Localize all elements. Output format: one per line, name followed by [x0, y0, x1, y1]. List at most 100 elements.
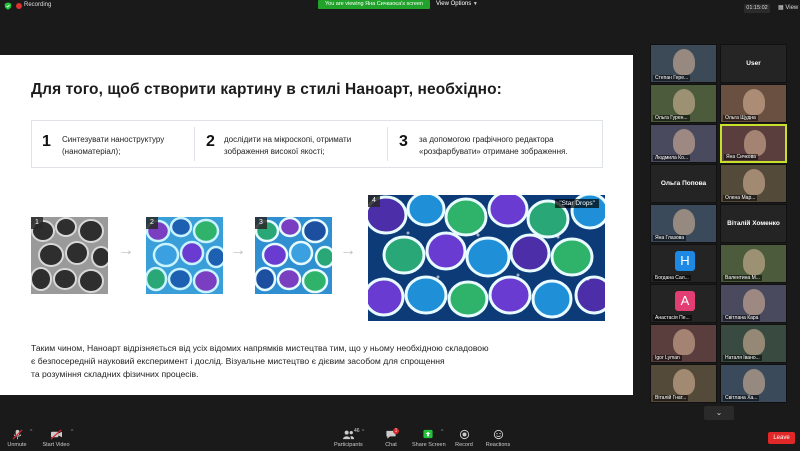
step-divider	[194, 127, 195, 161]
chevron-up-icon[interactable]: ^	[441, 429, 443, 435]
gallery-next-page-button[interactable]: ⌄	[704, 406, 734, 420]
participant-name: Наталя Івано...	[723, 355, 762, 361]
participant-name: Ольга Попова	[660, 180, 707, 187]
participant-tile[interactable]: Степан Гере...	[650, 44, 717, 83]
leave-button[interactable]: Leave	[768, 432, 795, 444]
image-number-badge: 2	[146, 217, 158, 229]
participant-name: User	[746, 60, 761, 67]
participants-button[interactable]: 46 Participants	[334, 428, 363, 448]
image-number-badge: 3	[255, 217, 267, 229]
participant-tile[interactable]: Віталій Хоменко	[720, 204, 787, 243]
participant-tile[interactable]: Н Богдана Сал...	[650, 244, 717, 283]
video-off-icon	[50, 429, 62, 440]
shield-icon[interactable]	[4, 2, 12, 10]
reactions-label: Reactions	[485, 442, 511, 448]
participant-tile[interactable]: А Анастасія Пе...	[650, 284, 717, 323]
participant-video	[743, 289, 765, 315]
step-3: 3 за допомогою графічного редактора «роз…	[394, 121, 604, 167]
chevron-up-icon[interactable]: ^	[30, 429, 32, 435]
chat-button[interactable]: 1 Chat	[381, 428, 401, 448]
slide-title: Для того, щоб створити картину в стилі Н…	[31, 81, 502, 98]
participant-name: Анастасія Пе...	[653, 315, 692, 321]
chevron-down-icon: ⌄	[715, 408, 723, 417]
share-screen-label: Share Screen	[412, 442, 446, 448]
participant-tile[interactable]: Наталя Івано...	[720, 324, 787, 363]
colored-image-3: 3	[255, 217, 332, 294]
step-text: Синтезувати наноструктуру (наноматеріал)…	[62, 134, 164, 158]
chevron-down-icon: ▼	[472, 1, 478, 7]
participant-video	[673, 49, 695, 75]
view-label: View	[785, 5, 799, 11]
recording-icon	[16, 3, 22, 9]
artwork-title-label: "Star Drops"	[555, 199, 599, 208]
microphone-muted-icon	[11, 429, 23, 440]
sem-image-1: 1	[31, 217, 108, 294]
view-options-button[interactable]: View Options ▼	[436, 1, 478, 7]
participant-video	[673, 369, 695, 395]
participant-name: Ольга Гурен...	[653, 115, 690, 121]
step-divider	[387, 127, 388, 161]
participant-name: Igor Lyman	[653, 355, 682, 361]
participant-video	[673, 89, 695, 115]
colored-image-2: 2	[146, 217, 223, 294]
start-video-button[interactable]: Start Video	[42, 429, 70, 448]
step-1: 1 Синтезувати наноструктуру (наноматеріа…	[32, 121, 202, 167]
record-button[interactable]: Record	[454, 429, 474, 448]
participant-tile[interactable]: Ольга Попова	[650, 164, 717, 203]
participant-tile[interactable]: Ольга Гурен...	[650, 84, 717, 123]
star-drops-image: 4 "Star Drops"	[368, 195, 605, 321]
share-screen-icon	[423, 429, 433, 439]
participant-tile[interactable]: Світлана Кара	[720, 284, 787, 323]
viewing-screen-banner: You are viewing Яна Сичкаоєа's screen	[318, 0, 430, 9]
participant-name: Світлана Ха...	[723, 395, 760, 401]
participant-tile[interactable]: Валентина М...	[720, 244, 787, 283]
participant-tile[interactable]: User	[720, 44, 787, 83]
image-number-badge: 4	[368, 195, 380, 207]
image-number-badge: 1	[31, 217, 43, 229]
participant-name: Яна Глазова	[653, 235, 687, 241]
participant-name: Людмила Ко...	[653, 155, 691, 161]
chevron-up-icon[interactable]: ^	[71, 429, 73, 435]
participant-tile[interactable]: Віталій Гнат...	[650, 364, 717, 403]
unmute-button[interactable]: Unmute	[5, 429, 29, 448]
participant-tile[interactable]: Світлана Ха...	[720, 364, 787, 403]
step-text-line: зображення високої якості;	[224, 147, 325, 156]
participant-tile[interactable]: Людмила Ко...	[650, 124, 717, 163]
participant-video	[743, 329, 765, 355]
participant-name: Ольга Щудна	[723, 115, 758, 121]
participant-name: Віталій Гнат...	[653, 395, 689, 401]
grid-icon: ▦	[778, 5, 784, 11]
chat-label: Chat	[385, 442, 397, 448]
steps-box: 1 Синтезувати наноструктуру (наноматеріа…	[31, 120, 603, 168]
participant-video	[744, 130, 766, 156]
zoom-window: Recording You are viewing Яна Сичкаоєа's…	[0, 0, 800, 451]
arrow-right-icon: →	[118, 242, 134, 259]
chevron-up-icon[interactable]: ^	[362, 429, 364, 435]
participant-name: Валентина М...	[723, 275, 762, 281]
share-screen-button[interactable]: Share Screen	[412, 429, 446, 448]
recording-label: Recording	[24, 2, 52, 8]
star-drops-texture	[368, 195, 605, 321]
participant-avatar: А	[675, 291, 695, 311]
participant-name: Віталій Хоменко	[727, 220, 780, 227]
arrow-right-icon: →	[230, 242, 246, 259]
participant-video	[743, 369, 765, 395]
participant-tile[interactable]: Олена Мар...	[720, 164, 787, 203]
step-text-line: «розфарбувати» отримане зображення.	[419, 147, 568, 156]
unmute-label: Unmute	[7, 442, 27, 448]
step-number: 1	[42, 133, 51, 150]
step-text-line: Синтезувати наноструктуру	[62, 135, 165, 144]
slide-summary: Таким чином, Наноарт відрізняється від у…	[31, 342, 591, 381]
reactions-button[interactable]: Reactions	[485, 429, 511, 448]
meeting-timer: 01:15:02	[744, 4, 770, 13]
step-2: 2 дослідити на мікроскопі, отримати зобр…	[202, 121, 382, 167]
view-button[interactable]: ▦ View	[778, 4, 798, 11]
step-number: 2	[206, 133, 215, 150]
participant-tile[interactable]: Igor Lyman	[650, 324, 717, 363]
participant-tile[interactable]: Ольга Щудна	[720, 84, 787, 123]
participant-tile[interactable]: Яна Глазова	[650, 204, 717, 243]
participant-tile[interactable]: Яна Сичкова	[720, 124, 787, 163]
summary-line: є безпосередній науковий експеримент і д…	[31, 356, 445, 366]
step-text-line: (наноматеріал);	[62, 147, 121, 156]
participant-name: Світлана Кара	[723, 315, 761, 321]
